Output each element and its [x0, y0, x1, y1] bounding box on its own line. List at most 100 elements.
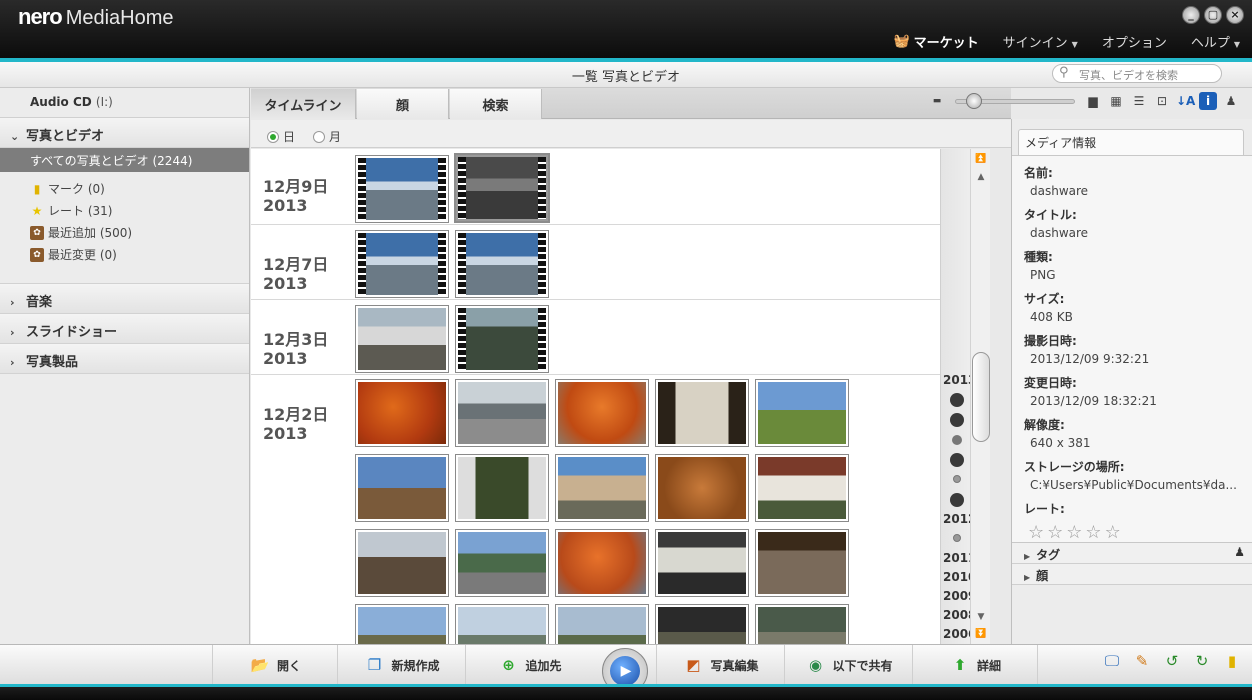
year-density-dot[interactable]	[950, 393, 964, 407]
photo-thumbnail[interactable]	[555, 529, 649, 597]
star-icon[interactable]: ☆	[1047, 522, 1063, 543]
zoom-icon[interactable]: ⊡	[1153, 92, 1171, 110]
media-info-tab[interactable]: メディア情報	[1018, 129, 1244, 155]
photo-thumbnail[interactable]	[355, 230, 449, 298]
open-button[interactable]: 📂 開く	[212, 645, 337, 685]
paint-icon[interactable]: ✎	[1132, 652, 1152, 674]
photo-thumbnail[interactable]	[655, 379, 749, 447]
year-label[interactable]: 2006	[943, 627, 976, 641]
sidebar-item-recent-added[interactable]: ✿ 最近追加 (500)	[0, 220, 249, 242]
info-icon[interactable]: i	[1199, 92, 1217, 110]
photo-thumbnail[interactable]	[555, 604, 649, 644]
close-button[interactable]: ×	[1226, 6, 1244, 24]
scroll-down-icon[interactable]: ▼	[975, 611, 987, 623]
monitor-icon[interactable]: 🖵	[1102, 652, 1122, 674]
radio-month[interactable]: 月	[313, 126, 341, 147]
year-density-dot[interactable]	[952, 435, 962, 445]
new-button[interactable]: ❐ 新規作成	[337, 645, 465, 685]
sidebar-item-mark[interactable]: ▮ マーク (0)	[0, 176, 249, 198]
photo-thumbnail[interactable]	[455, 529, 549, 597]
sort-icon[interactable]: ↓A	[1176, 92, 1195, 110]
rotate-right-icon[interactable]: ↻	[1192, 652, 1212, 674]
photo-thumbnail[interactable]	[655, 604, 749, 644]
photo-thumbnail[interactable]	[655, 454, 749, 522]
market-menu[interactable]: 🧺 マーケット	[893, 32, 978, 51]
help-menu[interactable]: ヘルプ ▼	[1191, 32, 1240, 51]
sidebar-item-all-photos[interactable]: すべての写真とビデオ (2244)	[0, 148, 249, 172]
sidebar-item-recent-changed[interactable]: ✿ 最近変更 (0)	[0, 242, 249, 264]
scroll-thumb[interactable]	[972, 352, 990, 442]
year-label[interactable]: 2012	[943, 512, 976, 526]
signin-menu[interactable]: サインイン ▼	[1003, 32, 1078, 51]
year-label[interactable]: 2013	[943, 373, 976, 387]
photo-thumbnail[interactable]	[455, 230, 549, 298]
star-icon[interactable]: ☆	[1066, 522, 1082, 543]
slider-knob[interactable]	[966, 92, 982, 109]
sidebar-section-music[interactable]: › 音楽	[0, 284, 249, 314]
photo-thumbnail[interactable]	[555, 379, 649, 447]
scroll-top-icon[interactable]: ⏫	[975, 153, 987, 165]
sidebar-item-audio-cd[interactable]: Audio CD (I:)	[0, 88, 249, 118]
year-density-dot[interactable]	[950, 413, 964, 427]
photo-thumbnail[interactable]	[755, 379, 849, 447]
sidebar-section-photo-products[interactable]: › 写真製品	[0, 344, 249, 374]
tag-section[interactable]: ▶ タグ ♟	[1012, 543, 1252, 564]
search-input[interactable]: ⚲ 写真、ビデオを検索	[1052, 64, 1222, 83]
photo-thumbnail[interactable]	[755, 604, 849, 644]
photo-thumbnail[interactable]	[755, 454, 849, 522]
minimize-button[interactable]: _	[1182, 6, 1200, 24]
radio-dot[interactable]	[267, 130, 279, 143]
photo-thumbnail[interactable]	[555, 454, 649, 522]
user-tag-icon[interactable]: ♟	[1234, 545, 1245, 559]
scroll-up-icon[interactable]: ▲	[975, 171, 987, 183]
mark-icon[interactable]: ▮	[1222, 652, 1242, 674]
options-menu[interactable]: オプション	[1102, 32, 1167, 51]
details-button[interactable]: ⬆ 詳細	[912, 645, 1038, 685]
year-label[interactable]: 2008	[943, 608, 976, 622]
year-label[interactable]: 2009	[943, 589, 976, 603]
photo-thumbnail[interactable]	[655, 529, 749, 597]
photo-thumbnail[interactable]	[355, 604, 449, 644]
photo-thumbnail[interactable]	[355, 155, 449, 223]
year-density-dot[interactable]	[953, 534, 961, 542]
photo-thumbnail[interactable]	[355, 379, 449, 447]
grid-view-icon[interactable]: ▦	[1107, 92, 1125, 110]
tab-faces[interactable]: 顔	[357, 89, 449, 119]
year-density-dot[interactable]	[950, 493, 964, 507]
photo-thumbnail[interactable]	[355, 305, 449, 373]
photo-thumbnail[interactable]	[755, 529, 849, 597]
year-density-dot[interactable]	[950, 453, 964, 467]
radio-day[interactable]: 日	[267, 126, 295, 147]
year-label[interactable]: 2010	[943, 570, 976, 584]
sidebar-section-photos[interactable]: ⌄ 写真とビデオ	[0, 118, 249, 148]
scroll-bottom-icon[interactable]: ⏬	[975, 628, 987, 640]
photo-thumbnail[interactable]	[455, 454, 549, 522]
list-view-icon[interactable]: ☰	[1130, 92, 1148, 110]
photo-thumbnail[interactable]	[355, 529, 449, 597]
photo-thumbnail[interactable]	[454, 153, 550, 223]
photo-thumbnail[interactable]	[455, 305, 549, 373]
rotate-left-icon[interactable]: ↺	[1162, 652, 1182, 674]
rating-stars[interactable]: ☆ ☆ ☆ ☆ ☆	[1024, 522, 1252, 543]
photo-thumbnail[interactable]	[355, 454, 449, 522]
star-icon[interactable]: ☆	[1105, 522, 1121, 543]
tab-timeline[interactable]: タイムライン	[251, 89, 356, 119]
user-tag-icon[interactable]: ♟	[1222, 92, 1240, 110]
sidebar-item-rate[interactable]: ★ レート (31)	[0, 198, 249, 220]
radio-dot[interactable]	[313, 130, 326, 143]
tab-search[interactable]: 検索	[450, 89, 542, 119]
sidebar-section-slideshow[interactable]: › スライドショー	[0, 314, 249, 344]
face-section[interactable]: ▶ 顔	[1012, 564, 1252, 585]
year-density-dot[interactable]	[953, 475, 961, 483]
photo-edit-button[interactable]: ◩ 写真編集	[656, 645, 784, 685]
share-button[interactable]: ◉ 以下で共有	[784, 645, 912, 685]
photo-thumbnail[interactable]	[455, 379, 549, 447]
timeline-scrollbar[interactable]: ⏫ ▲ ▼ ⏬	[970, 149, 990, 644]
star-icon[interactable]: ☆	[1085, 522, 1101, 543]
thumbnail-size-slider[interactable]	[955, 92, 1075, 109]
maximize-button[interactable]: ▢	[1204, 6, 1222, 24]
photo-thumbnail[interactable]	[455, 604, 549, 644]
year-label[interactable]: 2011	[943, 551, 976, 565]
star-icon[interactable]: ☆	[1028, 522, 1044, 543]
add-to-button[interactable]: ⊕ 追加先	[465, 645, 593, 685]
